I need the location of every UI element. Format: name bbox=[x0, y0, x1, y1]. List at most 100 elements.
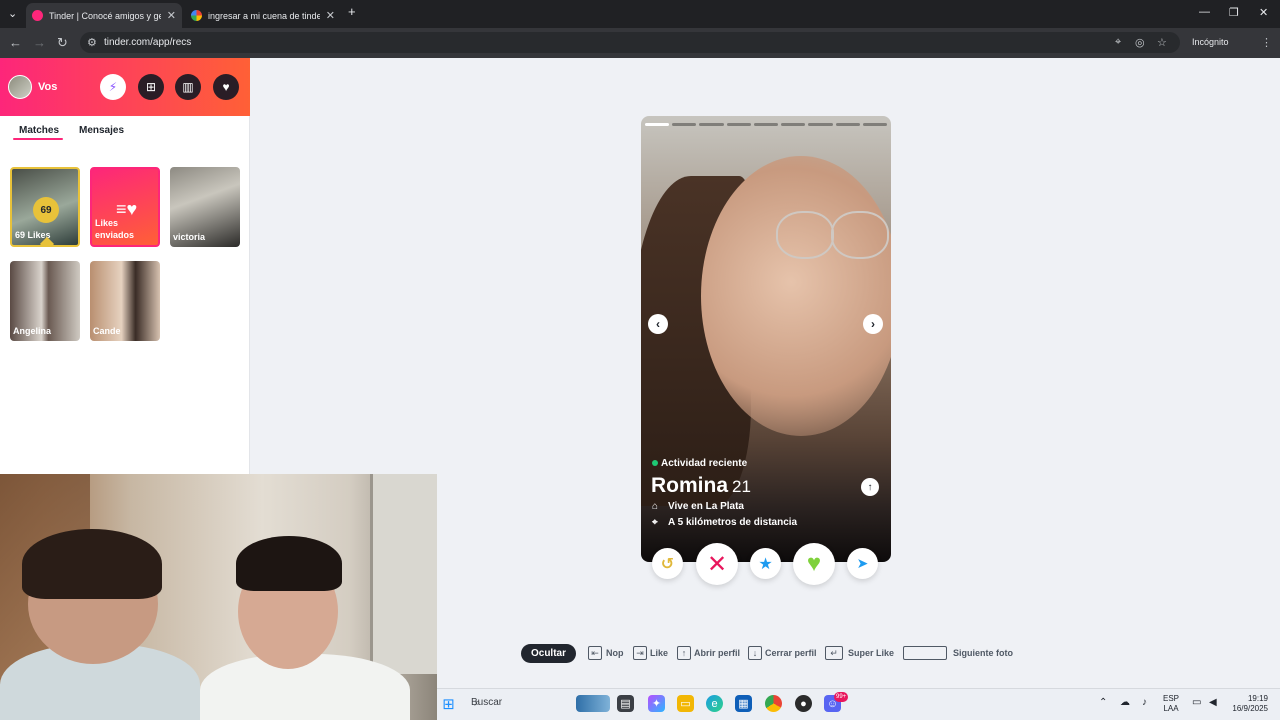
nope-button[interactable]: ✕ bbox=[696, 543, 738, 585]
shortcut-label: Nop bbox=[606, 648, 624, 658]
active-tab-indicator bbox=[13, 138, 63, 140]
user-name[interactable]: Vos bbox=[38, 81, 57, 93]
minimize-button[interactable]: — bbox=[1199, 6, 1210, 18]
person-right-hair bbox=[236, 536, 342, 591]
clock[interactable]: 19:19 16/9/2025 bbox=[1226, 694, 1268, 714]
network-icon[interactable]: ▭ bbox=[1192, 698, 1201, 708]
close-tab-icon[interactable]: ✕ bbox=[326, 9, 335, 22]
like-button[interactable]: ♥ bbox=[793, 543, 835, 585]
location-icon[interactable]: ⌖ bbox=[1115, 36, 1121, 49]
key-down-icon: ↓ bbox=[748, 646, 762, 660]
back-icon[interactable]: ← bbox=[9, 35, 22, 50]
profile-city: ⌂ Vive en La Plata bbox=[652, 501, 744, 512]
avatar[interactable] bbox=[8, 75, 32, 99]
windows-start-icon[interactable]: ⊞ bbox=[440, 695, 457, 713]
volume-icon[interactable]: ◀ bbox=[1209, 698, 1217, 708]
match-card[interactable]: Angelina bbox=[10, 261, 80, 341]
briefcase-icon[interactable]: ▥ bbox=[175, 74, 201, 100]
key-left-icon: ⇤ bbox=[588, 646, 602, 660]
menu-icon[interactable]: ⋮ bbox=[1261, 36, 1272, 49]
photo-progress-bar bbox=[835, 123, 860, 126]
glasses-lens bbox=[776, 211, 834, 259]
microphone-icon[interactable]: ♪ bbox=[1142, 698, 1147, 708]
photo-progress-bar bbox=[645, 123, 670, 126]
profile-name-text: Romina bbox=[651, 474, 729, 497]
likes-sent-card[interactable]: ≡♥ Likes enviados bbox=[90, 167, 160, 247]
shortcut-label: Like bbox=[650, 648, 669, 658]
address-bar[interactable] bbox=[80, 32, 1180, 53]
close-tab-icon[interactable]: ✕ bbox=[167, 9, 176, 22]
profile-distance: ⌖ A 5 kilómetros de distancia bbox=[652, 517, 797, 528]
url-text[interactable]: tinder.com/app/recs bbox=[104, 37, 191, 48]
shortcut-label: Super Like bbox=[848, 648, 895, 658]
open-profile-button[interactable]: ↑ bbox=[861, 478, 879, 496]
tab-title: Tinder | Conocé amigos y gente bbox=[49, 10, 161, 21]
time: 19:19 bbox=[1247, 694, 1268, 703]
chrome-icon[interactable] bbox=[765, 695, 782, 712]
discord-badge: 99+ bbox=[834, 692, 849, 702]
language-bottom: LAA bbox=[1163, 704, 1179, 713]
shortcut-label: Siguiente foto bbox=[953, 648, 1013, 658]
online-dot-icon bbox=[652, 460, 658, 466]
photo-progress-bar bbox=[862, 123, 887, 126]
match-name: victoria bbox=[173, 232, 206, 242]
tinder-favicon-icon bbox=[32, 10, 43, 21]
reload-icon[interactable]: ↻ bbox=[57, 35, 68, 51]
restore-button[interactable]: ❐ bbox=[1229, 6, 1239, 19]
tab-tinder[interactable]: Tinder | Conocé amigos y gente ✕ bbox=[26, 3, 182, 28]
copilot-icon[interactable]: ✦ bbox=[648, 695, 665, 712]
close-window-button[interactable]: ✕ bbox=[1259, 6, 1268, 19]
store-icon[interactable]: ▦ bbox=[735, 695, 752, 712]
forward-icon[interactable]: → bbox=[33, 35, 46, 50]
tab-search-icon[interactable]: ⌄ bbox=[8, 7, 17, 20]
onedrive-icon[interactable]: ☁ bbox=[1120, 698, 1130, 708]
next-photo-button[interactable]: › bbox=[863, 314, 883, 334]
match-card[interactable]: Cande bbox=[90, 261, 160, 341]
tab-google[interactable]: ingresar a mi cuena de tinder p ✕ bbox=[185, 3, 341, 28]
prev-photo-button[interactable]: ‹ bbox=[648, 314, 668, 334]
location-pin-icon: ⌖ bbox=[652, 517, 658, 528]
file-icon[interactable]: ▤ bbox=[617, 695, 634, 712]
obs-icon[interactable]: ● bbox=[795, 695, 812, 712]
super-like-button[interactable]: ★ bbox=[750, 548, 781, 579]
shortcut-label: Abrir perfil bbox=[694, 648, 741, 658]
hide-shortcuts-button[interactable]: Ocultar bbox=[521, 644, 576, 663]
language-top: ESP bbox=[1163, 694, 1180, 703]
language-indicator[interactable]: ESP LAA bbox=[1163, 694, 1179, 714]
bookmark-star-icon[interactable]: ☆ bbox=[1157, 36, 1167, 49]
eye-off-icon[interactable]: ◎ bbox=[1135, 36, 1145, 49]
boost-icon[interactable]: ⚡ bbox=[100, 74, 126, 100]
tab-messages[interactable]: Mensajes bbox=[79, 125, 124, 136]
key-right-icon: ⇥ bbox=[633, 646, 647, 660]
key-enter-icon: ↵ bbox=[825, 646, 843, 660]
explore-icon[interactable]: ⊞ bbox=[138, 74, 164, 100]
photo-progress-bar bbox=[699, 123, 724, 126]
tray-overflow-icon[interactable]: ⌃ bbox=[1099, 698, 1107, 708]
webcam-overlay bbox=[0, 474, 437, 720]
profile-card[interactable]: ‹ › Actividad reciente Romina 21 ⌂ Vive en… bbox=[641, 116, 891, 562]
tab-title: ingresar a mi cuena de tinder p bbox=[208, 10, 320, 21]
photo-progress-bar bbox=[726, 123, 751, 126]
photo-progress-bars bbox=[645, 123, 887, 126]
date: 16/9/2025 bbox=[1232, 704, 1268, 713]
rewind-button[interactable]: ↺ bbox=[652, 548, 683, 579]
key-space-icon bbox=[903, 646, 947, 660]
incognito-label[interactable]: Incógnito bbox=[1192, 37, 1229, 47]
likes-count-badge: 69 bbox=[33, 197, 59, 223]
send-button[interactable]: ➤ bbox=[847, 548, 878, 579]
taskbar-search[interactable]: Buscar bbox=[471, 697, 502, 708]
tab-matches[interactable]: Matches bbox=[19, 125, 59, 136]
likes-card[interactable]: 69 69 Likes bbox=[10, 167, 80, 247]
home-icon: ⌂ bbox=[652, 501, 659, 512]
photo-progress-bar bbox=[753, 123, 779, 126]
new-tab-button[interactable]: + bbox=[348, 4, 356, 19]
sidebar: Vos ⚡ ⊞ ▥ ♥ Matches Mensajes 69 69 Likes… bbox=[0, 58, 250, 474]
edge-icon[interactable]: e bbox=[706, 695, 723, 712]
weather-widget-icon[interactable] bbox=[576, 695, 610, 712]
shield-icon[interactable]: ♥ bbox=[213, 74, 239, 100]
match-card[interactable]: victoria bbox=[170, 167, 240, 247]
folder-icon[interactable]: ▭ bbox=[677, 695, 694, 712]
match-name: Angelina bbox=[13, 326, 52, 336]
glasses-lens bbox=[831, 211, 889, 259]
site-info-icon[interactable]: ⚙ bbox=[87, 36, 97, 49]
